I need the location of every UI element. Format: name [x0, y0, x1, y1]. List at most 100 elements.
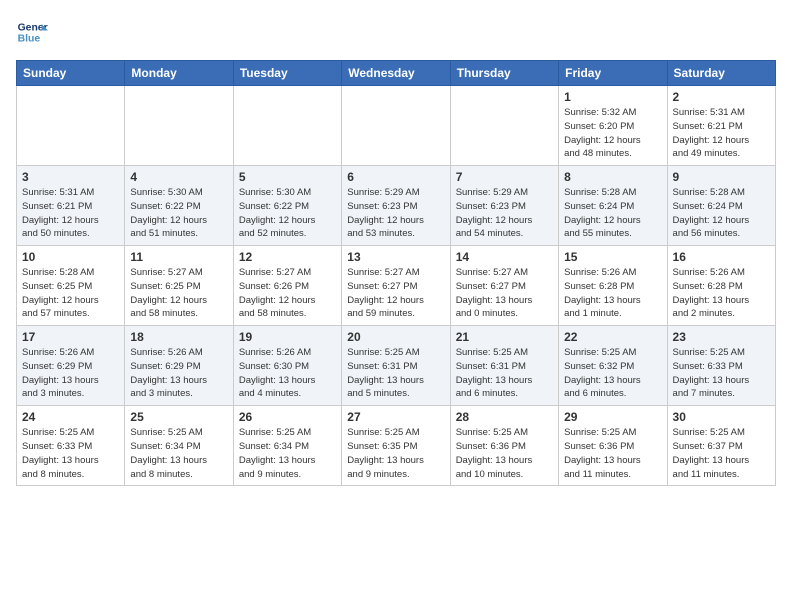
day-number: 6 — [347, 170, 444, 184]
day-number: 2 — [673, 90, 770, 104]
calendar-cell: 2 Sunrise: 5:31 AM Sunset: 6:21 PM Daylig… — [667, 86, 775, 166]
day-number: 10 — [22, 250, 119, 264]
day-info: Sunrise: 5:27 AM Sunset: 6:25 PM Dayligh… — [130, 266, 227, 321]
day-info: Sunrise: 5:25 AM Sunset: 6:33 PM Dayligh… — [22, 426, 119, 481]
day-info: Sunrise: 5:31 AM Sunset: 6:21 PM Dayligh… — [673, 106, 770, 161]
weekday-header-wednesday: Wednesday — [342, 61, 450, 86]
day-number: 19 — [239, 330, 336, 344]
day-info: Sunrise: 5:25 AM Sunset: 6:36 PM Dayligh… — [564, 426, 661, 481]
logo-icon: General Blue — [16, 16, 48, 48]
day-info: Sunrise: 5:30 AM Sunset: 6:22 PM Dayligh… — [239, 186, 336, 241]
calendar-week-3: 10 Sunrise: 5:28 AM Sunset: 6:25 PM Dayli… — [17, 246, 776, 326]
day-number: 26 — [239, 410, 336, 424]
calendar-cell — [17, 86, 125, 166]
day-number: 8 — [564, 170, 661, 184]
calendar-cell: 22Sunrise: 5:25 AM Sunset: 6:32 PM Dayli… — [559, 326, 667, 406]
calendar-cell: 19 Sunrise: 5:26 AM Sunset: 6:30 PM Dayli… — [233, 326, 341, 406]
day-number: 24 — [22, 410, 119, 424]
day-info: Sunrise: 5:32 AM Sunset: 6:20 PM Dayligh… — [564, 106, 661, 161]
calendar-cell: 9 Sunrise: 5:28 AM Sunset: 6:24 PM Daylig… — [667, 166, 775, 246]
day-info: Sunrise: 5:27 AM Sunset: 6:27 PM Dayligh… — [456, 266, 553, 321]
day-info: Sunrise: 5:25 AM Sunset: 6:33 PM Dayligh… — [673, 346, 770, 401]
day-info: Sunrise: 5:29 AM Sunset: 6:23 PM Dayligh… — [456, 186, 553, 241]
weekday-header-row: SundayMondayTuesdayWednesdayThursdayFrid… — [17, 61, 776, 86]
calendar-week-4: 17 Sunrise: 5:26 AM Sunset: 6:29 PM Dayli… — [17, 326, 776, 406]
weekday-header-sunday: Sunday — [17, 61, 125, 86]
calendar-cell: 7 Sunrise: 5:29 AM Sunset: 6:23 PM Daylig… — [450, 166, 558, 246]
day-number: 15 — [564, 250, 661, 264]
day-info: Sunrise: 5:25 AM Sunset: 6:37 PM Dayligh… — [673, 426, 770, 481]
day-number: 20 — [347, 330, 444, 344]
day-number: 13 — [347, 250, 444, 264]
day-number: 22 — [564, 330, 661, 344]
day-info: Sunrise: 5:28 AM Sunset: 6:24 PM Dayligh… — [564, 186, 661, 241]
day-info: Sunrise: 5:31 AM Sunset: 6:21 PM Dayligh… — [22, 186, 119, 241]
calendar-cell: 16 Sunrise: 5:26 AM Sunset: 6:28 PM Dayli… — [667, 246, 775, 326]
calendar-cell: 8 Sunrise: 5:28 AM Sunset: 6:24 PM Daylig… — [559, 166, 667, 246]
day-number: 21 — [456, 330, 553, 344]
day-number: 4 — [130, 170, 227, 184]
day-number: 27 — [347, 410, 444, 424]
weekday-header-saturday: Saturday — [667, 61, 775, 86]
day-number: 11 — [130, 250, 227, 264]
calendar-cell: 15 Sunrise: 5:26 AM Sunset: 6:28 PM Dayli… — [559, 246, 667, 326]
calendar-cell — [233, 86, 341, 166]
day-info: Sunrise: 5:27 AM Sunset: 6:27 PM Dayligh… — [347, 266, 444, 321]
calendar-week-2: 3Sunrise: 5:31 AM Sunset: 6:21 PM Daylig… — [17, 166, 776, 246]
logo: General Blue — [16, 16, 48, 48]
calendar-table: SundayMondayTuesdayWednesdayThursdayFrid… — [16, 60, 776, 486]
day-info: Sunrise: 5:26 AM Sunset: 6:29 PM Dayligh… — [130, 346, 227, 401]
day-number: 14 — [456, 250, 553, 264]
calendar-cell — [125, 86, 233, 166]
day-info: Sunrise: 5:28 AM Sunset: 6:25 PM Dayligh… — [22, 266, 119, 321]
day-number: 29 — [564, 410, 661, 424]
day-number: 28 — [456, 410, 553, 424]
weekday-header-tuesday: Tuesday — [233, 61, 341, 86]
calendar-cell: 4 Sunrise: 5:30 AM Sunset: 6:22 PM Daylig… — [125, 166, 233, 246]
day-info: Sunrise: 5:25 AM Sunset: 6:34 PM Dayligh… — [239, 426, 336, 481]
calendar-cell: 10 Sunrise: 5:28 AM Sunset: 6:25 PM Dayli… — [17, 246, 125, 326]
day-info: Sunrise: 5:25 AM Sunset: 6:35 PM Dayligh… — [347, 426, 444, 481]
day-number: 17 — [22, 330, 119, 344]
day-number: 1 — [564, 90, 661, 104]
day-info: Sunrise: 5:25 AM Sunset: 6:31 PM Dayligh… — [456, 346, 553, 401]
day-info: Sunrise: 5:25 AM Sunset: 6:36 PM Dayligh… — [456, 426, 553, 481]
day-info: Sunrise: 5:25 AM Sunset: 6:31 PM Dayligh… — [347, 346, 444, 401]
calendar-cell: 5 Sunrise: 5:30 AM Sunset: 6:22 PM Daylig… — [233, 166, 341, 246]
calendar-cell: 1 Sunrise: 5:32 AM Sunset: 6:20 PM Daylig… — [559, 86, 667, 166]
day-number: 25 — [130, 410, 227, 424]
weekday-header-friday: Friday — [559, 61, 667, 86]
calendar-cell: 20 Sunrise: 5:25 AM Sunset: 6:31 PM Dayli… — [342, 326, 450, 406]
calendar-cell: 27 Sunrise: 5:25 AM Sunset: 6:35 PM Dayli… — [342, 406, 450, 486]
day-info: Sunrise: 5:26 AM Sunset: 6:28 PM Dayligh… — [564, 266, 661, 321]
day-info: Sunrise: 5:30 AM Sunset: 6:22 PM Dayligh… — [130, 186, 227, 241]
day-info: Sunrise: 5:26 AM Sunset: 6:29 PM Dayligh… — [22, 346, 119, 401]
calendar-cell: 23Sunrise: 5:25 AM Sunset: 6:33 PM Dayli… — [667, 326, 775, 406]
calendar-cell: 30 Sunrise: 5:25 AM Sunset: 6:37 PM Dayli… — [667, 406, 775, 486]
calendar-cell: 18 Sunrise: 5:26 AM Sunset: 6:29 PM Dayli… — [125, 326, 233, 406]
day-info: Sunrise: 5:27 AM Sunset: 6:26 PM Dayligh… — [239, 266, 336, 321]
day-info: Sunrise: 5:28 AM Sunset: 6:24 PM Dayligh… — [673, 186, 770, 241]
calendar-cell: 21 Sunrise: 5:25 AM Sunset: 6:31 PM Dayli… — [450, 326, 558, 406]
calendar-cell: 26 Sunrise: 5:25 AM Sunset: 6:34 PM Dayli… — [233, 406, 341, 486]
calendar-cell: 13 Sunrise: 5:27 AM Sunset: 6:27 PM Dayli… — [342, 246, 450, 326]
day-info: Sunrise: 5:26 AM Sunset: 6:30 PM Dayligh… — [239, 346, 336, 401]
day-number: 18 — [130, 330, 227, 344]
day-number: 5 — [239, 170, 336, 184]
calendar-cell: 29 Sunrise: 5:25 AM Sunset: 6:36 PM Dayli… — [559, 406, 667, 486]
day-number: 16 — [673, 250, 770, 264]
day-number: 7 — [456, 170, 553, 184]
weekday-header-thursday: Thursday — [450, 61, 558, 86]
day-number: 9 — [673, 170, 770, 184]
svg-text:Blue: Blue — [18, 34, 41, 45]
calendar-cell: 14 Sunrise: 5:27 AM Sunset: 6:27 PM Dayli… — [450, 246, 558, 326]
calendar-week-1: 1 Sunrise: 5:32 AM Sunset: 6:20 PM Daylig… — [17, 86, 776, 166]
weekday-header-monday: Monday — [125, 61, 233, 86]
day-info: Sunrise: 5:25 AM Sunset: 6:34 PM Dayligh… — [130, 426, 227, 481]
calendar-cell: 3Sunrise: 5:31 AM Sunset: 6:21 PM Daylig… — [17, 166, 125, 246]
day-number: 30 — [673, 410, 770, 424]
day-info: Sunrise: 5:29 AM Sunset: 6:23 PM Dayligh… — [347, 186, 444, 241]
page-header: General Blue — [16, 16, 776, 48]
day-info: Sunrise: 5:26 AM Sunset: 6:28 PM Dayligh… — [673, 266, 770, 321]
calendar-cell: 28 Sunrise: 5:25 AM Sunset: 6:36 PM Dayli… — [450, 406, 558, 486]
